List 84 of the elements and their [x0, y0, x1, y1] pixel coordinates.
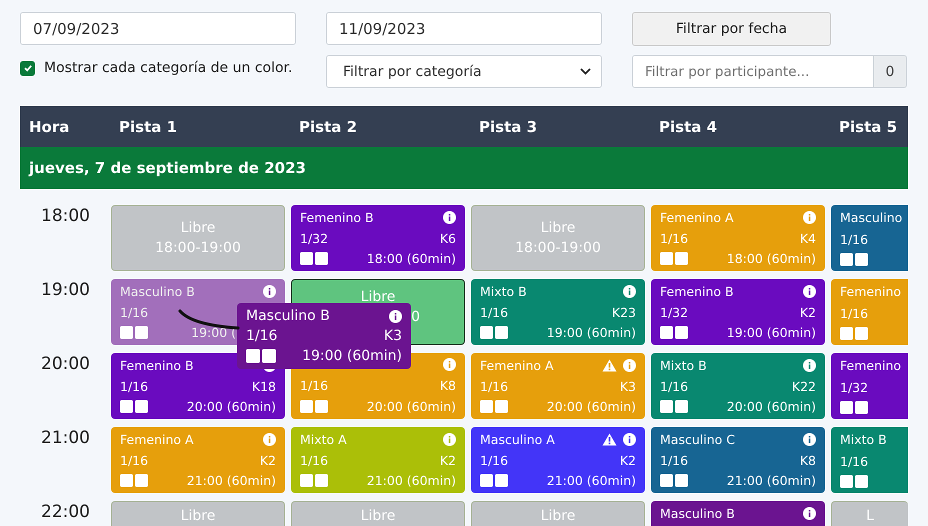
court-code: K2 — [440, 452, 456, 468]
match-time: 18:00 (60min) — [366, 251, 456, 266]
category-label: Masculino A — [480, 432, 555, 447]
round-label: 1/16 — [300, 452, 328, 468]
round-label: 1/16 — [840, 454, 868, 468]
participant-count: 0 — [874, 55, 907, 88]
court-code: K3 — [384, 328, 402, 344]
match-time: 20:00 (60min) — [366, 399, 456, 414]
free-label: Libre — [180, 508, 216, 524]
free-label: Libre — [360, 508, 396, 524]
column-header: Pista 1 — [118, 118, 178, 136]
hour-label: 22:00 — [40, 501, 91, 524]
match-time: 21:00 (60min) — [546, 473, 636, 488]
hour-label: 19:00 — [40, 279, 91, 302]
round-label: 1/16 — [660, 230, 688, 246]
column-header: Pista 4 — [658, 118, 718, 136]
round-label: 1/16 — [120, 304, 148, 320]
round-label: 1/16 — [480, 452, 508, 468]
court-code: K3 — [620, 378, 636, 394]
hour-label: 18:00 — [40, 205, 91, 228]
category-label: Femenino — [840, 358, 902, 373]
round-label: 1/32 — [300, 230, 328, 246]
category-label: Femenino B — [660, 284, 734, 299]
round-label: 1/16 — [840, 306, 868, 320]
date-heading: jueves, 7 de septiembre de 2023 — [29, 159, 306, 177]
round-label: 1/16 — [246, 328, 278, 344]
court-code: K6 — [440, 230, 456, 246]
match-time: 21:00 (60min) — [726, 473, 816, 488]
round-label: 1/16 — [480, 304, 508, 320]
column-header: Pista 3 — [478, 118, 538, 136]
category-label: Mixto B — [480, 284, 527, 299]
category-label: Mixto A — [300, 432, 347, 447]
match-time: 19:00 (60min) — [726, 325, 816, 340]
hour-label: 20:00 — [40, 353, 91, 376]
round-label: 1/16 — [660, 452, 688, 468]
round-label: 1/16 — [300, 378, 328, 392]
free-time: 18:00-19:00 — [155, 240, 241, 256]
round-label: 1/16 — [660, 378, 688, 394]
category-label: Femenino — [840, 284, 902, 299]
free-label: L — [866, 508, 874, 524]
round-label: 1/16 — [120, 452, 148, 468]
court-code: K2 — [800, 304, 816, 320]
match-time: 20:00 (60min) — [726, 399, 816, 414]
category-label: Mixto B — [660, 358, 707, 373]
court-code: K22 — [792, 378, 816, 394]
category-label: Masculino — [840, 210, 902, 225]
column-header: Pista 5 — [838, 118, 898, 136]
court-code: K2 — [620, 452, 636, 468]
round-label: 1/32 — [840, 380, 868, 394]
category-label: Femenino A — [660, 210, 734, 225]
court-code: K8 — [800, 452, 816, 468]
category-label: Femenino B — [300, 210, 374, 225]
category-label: Mixto B — [840, 432, 887, 447]
match-time: 18:00 (60min) — [726, 251, 816, 266]
free-time: 0 — [411, 309, 420, 325]
free-label: Libre — [360, 289, 396, 305]
category-label: Masculino C — [660, 432, 735, 447]
match-time: 20:00 (60min) — [546, 399, 636, 414]
category-label: Femenino A — [480, 358, 554, 373]
free-time: 18:00-19:00 — [515, 240, 601, 256]
match-time: 19:00 (60min) — [546, 325, 636, 340]
category-label: Masculino B — [120, 284, 195, 299]
round-label: 1/16 — [120, 378, 148, 394]
match-time: 21:00 (60min) — [186, 473, 276, 488]
free-label: Libre — [180, 220, 216, 236]
free-label: Libre — [540, 508, 576, 524]
round-label: 1/16 — [480, 378, 508, 394]
court-code: K18 — [252, 378, 276, 394]
category-label: Masculino B — [660, 506, 735, 521]
hour-label: 21:00 — [40, 427, 91, 450]
category-label: Femenino B — [120, 358, 194, 373]
round-label: 1/32 — [660, 304, 688, 320]
court-code: K2 — [260, 452, 276, 468]
free-label: Libre — [540, 220, 576, 236]
court-code: K4 — [800, 230, 816, 246]
column-header: Pista 2 — [298, 118, 358, 136]
match-time: 21:00 (60min) — [366, 473, 456, 488]
court-code: K23 — [612, 304, 636, 320]
category-label: Femenino A — [120, 432, 194, 447]
column-header: Hora — [28, 118, 70, 136]
court-code: K8 — [440, 378, 456, 392]
round-label: 1/16 — [840, 232, 868, 246]
match-time: 20:00 (60min) — [186, 399, 276, 414]
checkbox-label: Mostrar cada categoría de un color. — [44, 60, 292, 76]
